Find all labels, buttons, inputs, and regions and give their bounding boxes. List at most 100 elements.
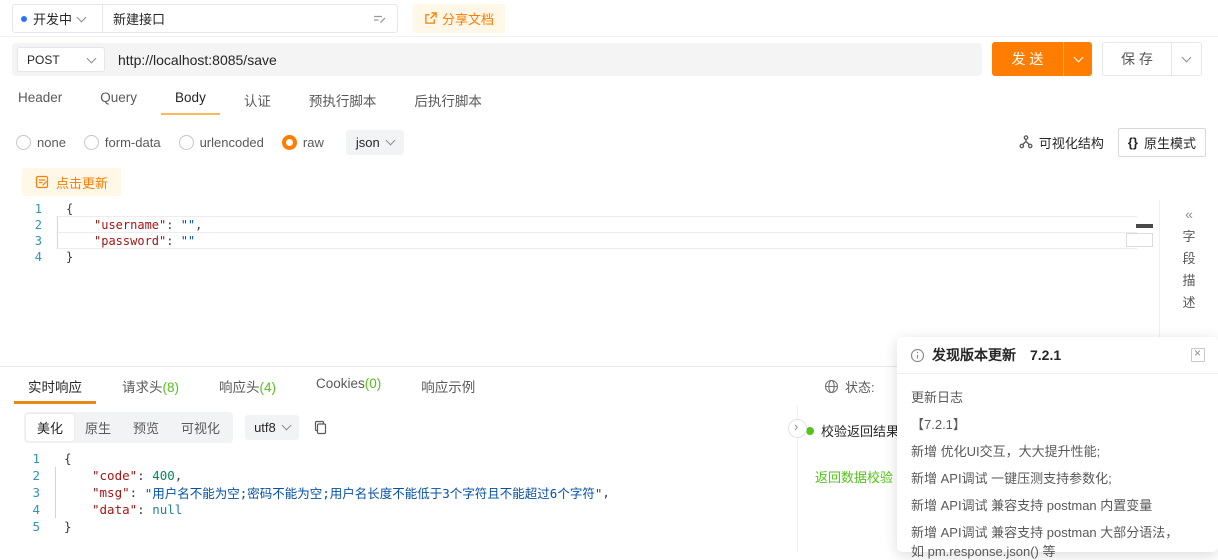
request-tab-后执行脚本[interactable]: 后执行脚本 — [400, 84, 496, 115]
response-tab-实时响应[interactable]: 实时响应 — [14, 367, 96, 404]
save-button-group: 保 存 — [1102, 42, 1202, 76]
click-update-label: 点击更新 — [56, 173, 108, 192]
version-update-popup: 发现版本更新 7.2.1 更新日志【7.2.1】新增 优化UI交互，大大提升性能… — [897, 337, 1218, 552]
minimap-viewport[interactable] — [1126, 233, 1153, 247]
save-button[interactable]: 保 存 — [1103, 43, 1171, 75]
popup-title: 发现版本更新 — [932, 345, 1016, 365]
save-options-button[interactable] — [1171, 43, 1201, 75]
status-dot-icon — [21, 16, 27, 22]
radio-icon — [16, 135, 31, 150]
code-line: 1{ — [12, 201, 1137, 217]
share-doc-button[interactable]: 分享文档 — [413, 4, 505, 33]
code-line: 2"code": 400, — [24, 467, 790, 484]
view-segment-美化[interactable]: 美化 — [26, 414, 74, 441]
radio-icon — [282, 135, 297, 150]
chevron-down-icon — [385, 136, 395, 146]
line-number: 1 — [12, 202, 56, 216]
response-tab-Cookies[interactable]: Cookies(0) — [302, 367, 395, 404]
request-tab-Header[interactable]: Header — [4, 84, 76, 115]
api-status-label: 开发中 — [33, 9, 72, 28]
field-description-char: 描 — [1182, 270, 1195, 292]
radio-label: raw — [303, 135, 324, 150]
validation-summary-label: 校验返回结果 — [821, 421, 899, 440]
view-segment-可视化[interactable]: 可视化 — [170, 414, 231, 441]
radio-icon — [179, 135, 194, 150]
visual-structure-button[interactable]: 可视化结构 — [1019, 133, 1104, 152]
send-button[interactable]: 发 送 — [992, 42, 1063, 76]
code-line: 2"username": "", — [12, 217, 1137, 233]
request-tab-Body[interactable]: Body — [161, 84, 220, 115]
body-type-radio-raw[interactable]: raw — [282, 135, 324, 150]
changelog-line: 新增 API调试 一键压测支持参数化; — [911, 471, 1204, 487]
share-doc-label: 分享文档 — [442, 9, 494, 28]
response-tabs: 实时响应请求头(8) 响应头(4) Cookies(0) 响应示例 — [14, 367, 501, 404]
changelog-line: 更新日志 — [911, 390, 1204, 406]
chevron-down-icon — [1073, 53, 1083, 63]
request-tab-预执行脚本[interactable]: 预执行脚本 — [295, 84, 391, 115]
code-line: 1{ — [24, 450, 790, 467]
collapse-left-icon[interactable]: « — [1185, 206, 1193, 222]
view-segment-原生[interactable]: 原生 — [74, 414, 122, 441]
rename-icon — [372, 11, 387, 26]
line-number: 3 — [24, 485, 54, 500]
code-line: 4} — [12, 249, 1137, 265]
line-number: 3 — [12, 234, 56, 248]
request-tab-Query[interactable]: Query — [86, 84, 151, 115]
info-icon — [910, 348, 925, 363]
copy-icon — [313, 420, 328, 435]
response-tab-响应头[interactable]: 响应头(4) — [205, 367, 290, 404]
success-dot-icon — [806, 427, 814, 435]
response-tab-请求头[interactable]: 请求头(8) — [108, 367, 193, 404]
request-tabs: Header Query Body 认证预执行脚本后执行脚本 — [4, 84, 506, 115]
native-mode-button[interactable]: {} 原生模式 — [1118, 128, 1206, 157]
send-options-button[interactable] — [1063, 42, 1092, 76]
share-icon — [424, 12, 437, 25]
field-description-panel: « 字段描述 — [1159, 200, 1218, 346]
request-tab-认证[interactable]: 认证 — [230, 84, 285, 115]
radio-label: form-data — [105, 135, 161, 150]
field-description-char: 述 — [1182, 292, 1195, 314]
close-icon[interactable] — [1191, 348, 1205, 362]
body-type-radio-none[interactable]: none — [16, 135, 66, 150]
response-tab-响应示例[interactable]: 响应示例 — [407, 367, 489, 404]
line-number: 5 — [24, 519, 54, 534]
code-line: 3"msg": "用户名不能为空;密码不能为空;用户名长度不能低于3个字符且不能… — [24, 484, 790, 501]
body-type-radio-urlencoded[interactable]: urlencoded — [179, 135, 264, 150]
api-status-select[interactable]: 开发中 — [13, 5, 103, 32]
url-input[interactable] — [105, 52, 982, 68]
field-description-char: 段 — [1182, 248, 1195, 270]
changelog-line: 新增 API调试 兼容支持 postman 内置变量 — [911, 498, 1204, 514]
request-url-group: POST — [12, 43, 982, 76]
chevron-down-icon — [87, 53, 97, 63]
radio-label: none — [37, 135, 66, 150]
validation-summary: 校验返回结果 — [806, 421, 899, 440]
native-mode-label: 原生模式 — [1144, 133, 1196, 152]
changelog-line: 新增 优化UI交互，大大提升性能; — [911, 444, 1204, 460]
raw-format-label: json — [356, 135, 380, 150]
api-name-group: 开发中 — [12, 4, 398, 33]
encoding-label: utf8 — [254, 420, 276, 435]
response-editor[interactable]: 1{2"code": 400,3"msg": "用户名不能为空;密码不能为空;用… — [24, 450, 790, 535]
line-number: 2 — [12, 218, 56, 232]
view-segment-预览[interactable]: 预览 — [122, 414, 170, 441]
response-toolbar: 美化原生预览可视化 utf8 — [24, 412, 328, 442]
chevron-down-icon — [1182, 53, 1192, 63]
changelog-line: 如 pm.response.json() 等 — [911, 544, 1204, 560]
chevron-down-icon — [281, 421, 291, 431]
click-update-button[interactable]: 点击更新 — [22, 168, 121, 196]
structure-icon — [1019, 135, 1033, 149]
body-type-radio-form-data[interactable]: form-data — [84, 135, 161, 150]
api-name-input[interactable] — [103, 11, 372, 26]
chevron-down-icon — [77, 12, 87, 22]
status-label: 状态: — [845, 377, 875, 396]
expand-panel-button[interactable] — [788, 419, 807, 438]
body-editor[interactable]: 1{2"username": "",3"password": ""4} — [12, 201, 1137, 265]
popup-changelog: 更新日志【7.2.1】新增 优化UI交互，大大提升性能;新增 API调试 一键压… — [897, 374, 1218, 560]
copy-button[interactable] — [313, 420, 328, 435]
encoding-select[interactable]: utf8 — [245, 415, 299, 440]
method-select[interactable]: POST — [17, 47, 105, 72]
validation-link[interactable]: 返回数据校验 — [815, 467, 893, 486]
popup-version: 7.2.1 — [1030, 347, 1061, 363]
raw-format-select[interactable]: json — [346, 130, 404, 155]
method-label: POST — [27, 53, 60, 67]
